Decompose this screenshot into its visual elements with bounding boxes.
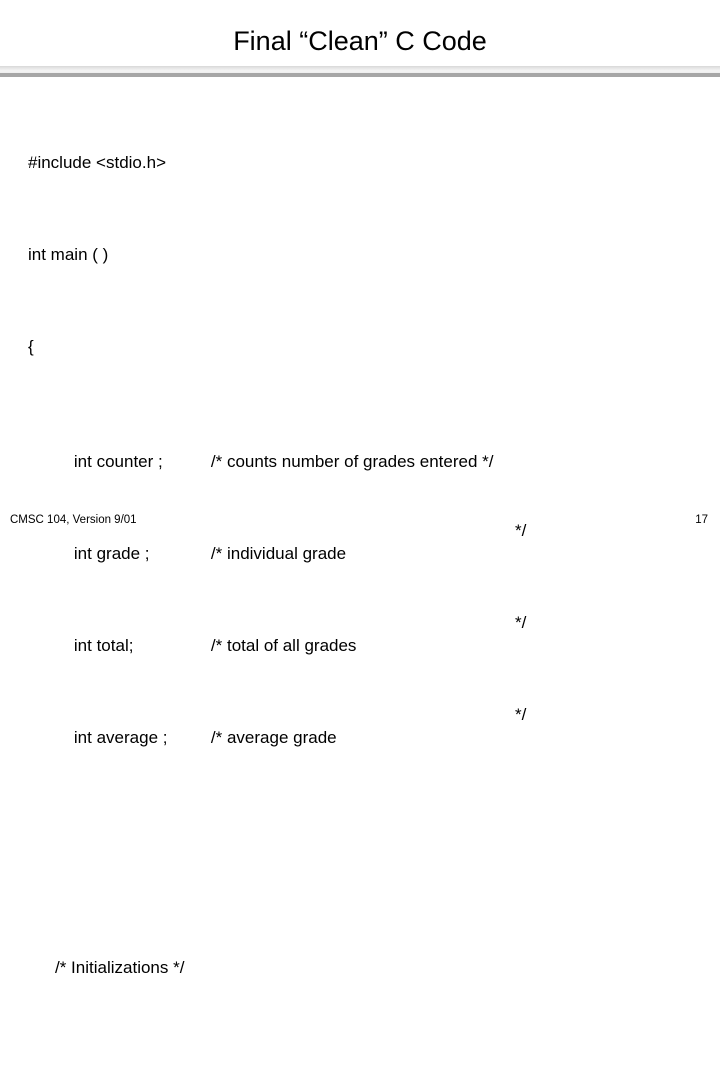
page-title: Final “Clean” C Code <box>233 26 487 56</box>
declaration-comment-close: */ <box>515 705 527 724</box>
code-line-include: #include <stdio.h> <box>28 153 166 172</box>
declaration-row: int average ; /* average grade */ <box>28 703 692 747</box>
declaration-row: int counter ; /* counts number of grades … <box>28 427 692 471</box>
declaration-text: int total; <box>73 636 134 655</box>
declaration-comment: /* counts number of grades entered */ <box>210 452 494 471</box>
code-line-main: int main ( ) <box>28 245 109 264</box>
declaration-row: int total; /* total of all grades */ <box>28 611 692 655</box>
divider-band-dark <box>0 73 720 77</box>
declaration-comment: /* average grade <box>210 728 337 747</box>
declaration-comment-close: */ <box>515 521 527 540</box>
declaration-comment: /* individual grade <box>210 544 347 563</box>
declaration-comment-close: */ <box>515 613 527 632</box>
declaration-comment: /* total of all grades <box>210 636 357 655</box>
code-line-open-brace: { <box>28 337 34 356</box>
divider-band-light <box>0 66 720 73</box>
footer-course-label: CMSC 104, Version 9/01 <box>10 514 137 526</box>
slide-page-number: 17 <box>695 514 708 526</box>
title-divider <box>0 66 720 78</box>
code-block: #include <stdio.h> int main ( ) { int co… <box>28 82 692 1080</box>
init-comment-row: /* Initializations */ <box>55 958 185 977</box>
declaration-text: int average ; <box>73 728 168 747</box>
slide-root: { "slide": { "title": "Final \u201cClean… <box>0 0 720 977</box>
declaration-text: int grade ; <box>73 544 150 563</box>
declaration-text: int counter ; <box>73 452 163 471</box>
